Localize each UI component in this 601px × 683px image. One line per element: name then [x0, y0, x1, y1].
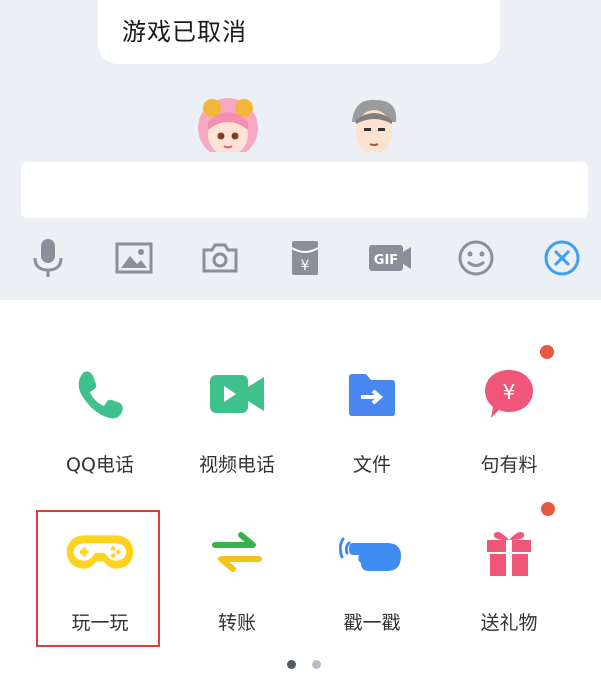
sentence-badge	[540, 345, 554, 359]
image-button[interactable]	[112, 238, 156, 282]
file-icon	[337, 364, 407, 424]
gif-icon: GIF	[367, 242, 413, 278]
gift-item[interactable]: 送礼物	[439, 522, 579, 652]
highlight-box	[36, 510, 160, 647]
phone-icon	[65, 364, 135, 424]
page-indicator-2[interactable]	[312, 660, 321, 669]
red-packet-button[interactable]: ¥	[283, 238, 327, 282]
message-bubble[interactable]: 游戏已取消	[98, 0, 500, 64]
gift-badge	[541, 502, 555, 516]
close-circle-icon	[543, 239, 581, 281]
red-packet-icon: ¥	[289, 238, 321, 282]
voice-button[interactable]	[26, 238, 70, 282]
emoji-button[interactable]	[454, 238, 498, 282]
poke-label: 戳一戳	[343, 612, 401, 634]
microphone-icon	[30, 236, 66, 284]
page-indicator-1[interactable]	[287, 660, 296, 669]
image-icon	[114, 240, 154, 280]
qq-call-item[interactable]: QQ电话	[30, 364, 170, 494]
video-call-label: 视频电话	[198, 454, 275, 476]
sentence-item[interactable]: ¥ 句有料	[439, 364, 579, 494]
input-toolbar: ¥ GIF	[0, 230, 601, 290]
camera-icon	[200, 240, 240, 280]
sticker-avatar-girl[interactable]	[192, 92, 264, 152]
chat-area: 游戏已取消 ¥ GIF	[0, 0, 601, 300]
gif-button[interactable]: GIF	[368, 238, 412, 282]
svg-text:¥: ¥	[301, 258, 310, 274]
yen-chat-icon: ¥	[474, 364, 544, 424]
video-call-icon	[202, 364, 272, 424]
sentence-label: 句有料	[480, 454, 538, 476]
close-panel-button[interactable]	[540, 238, 584, 282]
poke-item[interactable]: 戳一戳	[302, 522, 442, 652]
gift-icon	[474, 522, 544, 582]
transfer-label: 转账	[217, 612, 256, 634]
qq-call-label: QQ电话	[66, 454, 134, 476]
svg-text:¥: ¥	[503, 380, 516, 404]
camera-button[interactable]	[198, 238, 242, 282]
emoji-icon	[457, 239, 495, 281]
file-label: 文件	[352, 454, 391, 476]
transfer-item[interactable]: 转账	[167, 522, 307, 652]
gift-label: 送礼物	[480, 612, 538, 634]
message-text: 游戏已取消	[122, 18, 247, 46]
video-call-item[interactable]: 视频电话	[167, 364, 307, 494]
message-input[interactable]	[21, 162, 588, 218]
poke-hand-icon	[337, 522, 407, 582]
transfer-icon	[202, 522, 272, 582]
sticker-avatar-man[interactable]	[338, 92, 410, 152]
file-item[interactable]: 文件	[302, 364, 442, 494]
svg-text:GIF: GIF	[374, 253, 398, 268]
